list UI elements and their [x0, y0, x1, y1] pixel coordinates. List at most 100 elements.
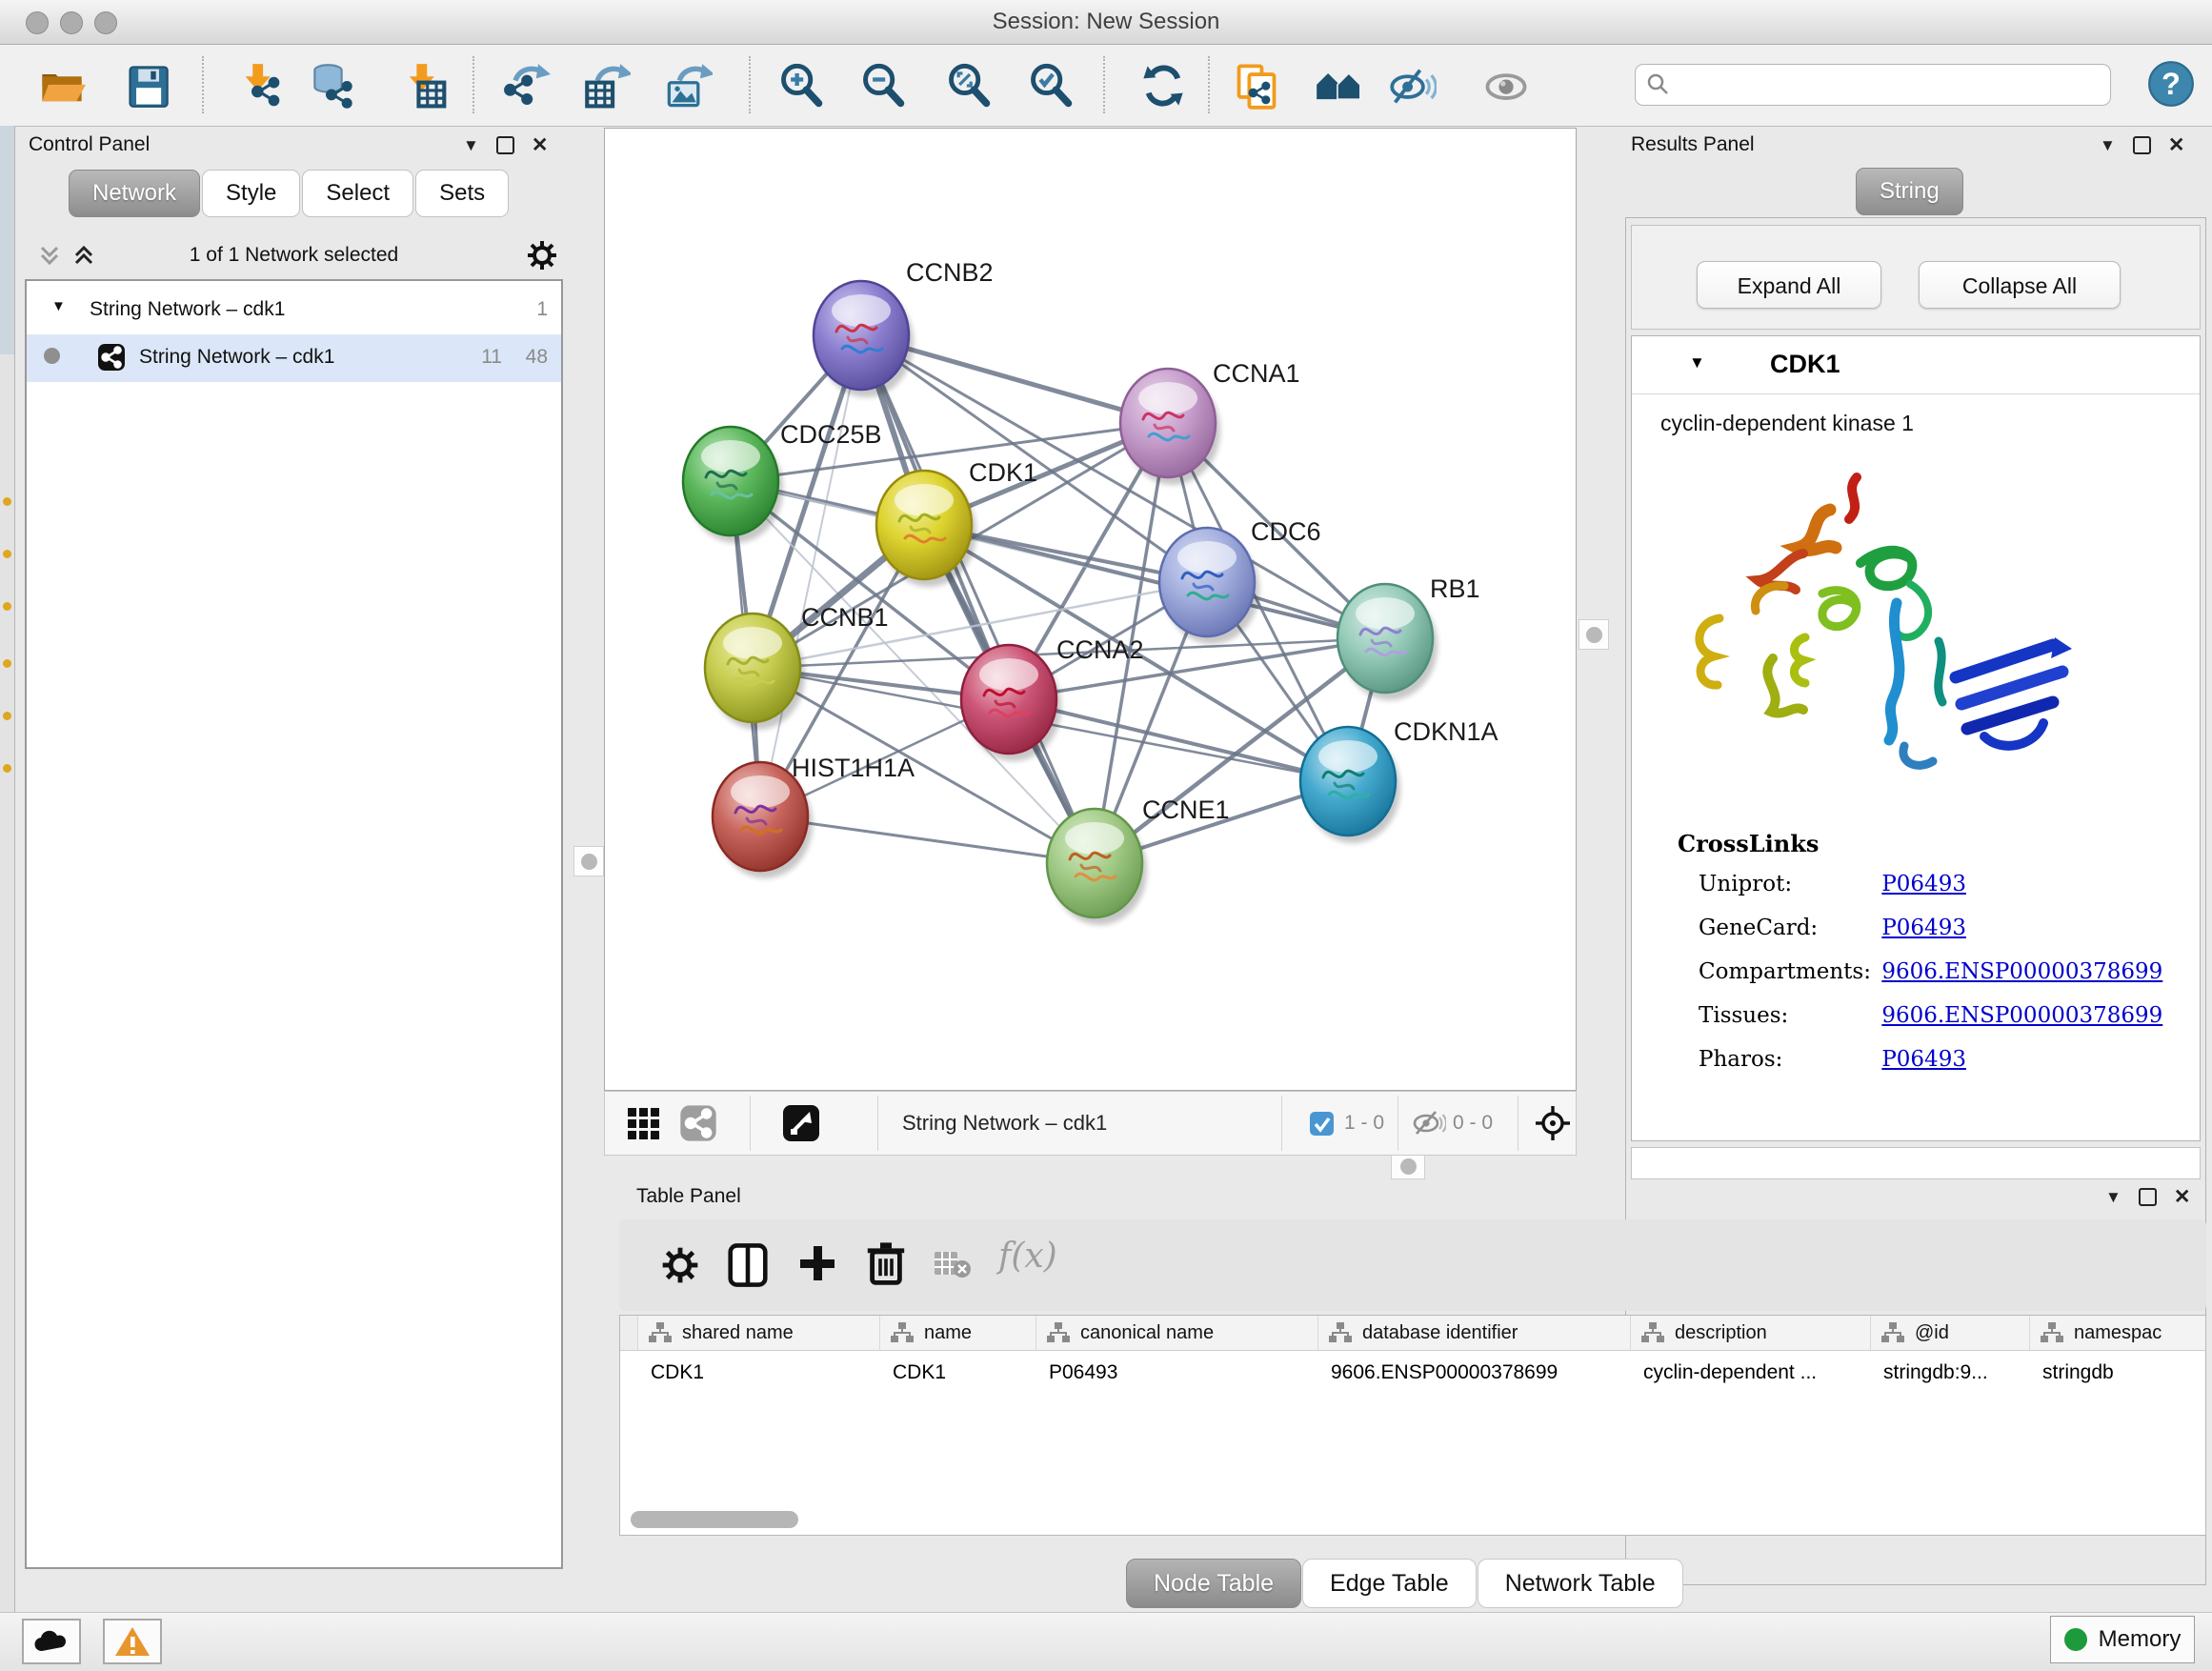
table-settings-gear-icon[interactable]	[659, 1244, 701, 1291]
tab-style[interactable]: Style	[202, 170, 300, 217]
table-cell[interactable]: cyclin-dependent ...	[1643, 1354, 1868, 1392]
crosslink-link[interactable]: P06493	[1881, 916, 1966, 940]
table-cell[interactable]: CDK1	[651, 1354, 877, 1392]
crosslink-link[interactable]: P06493	[1881, 872, 1966, 896]
network-node-CDC25B[interactable]: CDC25B	[683, 420, 882, 543]
network-node-CCNE1[interactable]: CCNE1	[1047, 795, 1230, 925]
collapse-all-button[interactable]: Collapse All	[1919, 261, 2121, 309]
crosslink-link[interactable]: P06493	[1881, 1047, 1966, 1072]
network-collection-count: 1	[536, 298, 548, 321]
node-table[interactable]: shared name name canonical name database…	[619, 1315, 2206, 1536]
results-panel-float-icon[interactable]	[2133, 136, 2151, 154]
show-columns-icon[interactable]	[726, 1242, 770, 1293]
show-hide-graphics-icon[interactable]	[1389, 62, 1437, 110]
gene-header-row[interactable]: ▼ CDK1	[1632, 336, 2200, 394]
network-edge-count: 48	[526, 346, 548, 369]
splitter-handle-right[interactable]	[1579, 619, 1609, 650]
network-node-CCNB1[interactable]: CCNB1	[705, 603, 889, 730]
column-header-description[interactable]: description	[1630, 1316, 1871, 1350]
tab-string[interactable]: String	[1856, 168, 1963, 215]
network-view-mode-icon[interactable]	[679, 1104, 717, 1147]
tab-select[interactable]: Select	[302, 170, 413, 217]
control-panel-close-icon[interactable]: ✕	[532, 133, 549, 157]
network-canvas[interactable]: CCNB2 CCNA1 CDC25B CDK1	[604, 128, 1577, 1091]
results-panel-collapse-icon[interactable]: ▼	[2100, 136, 2116, 155]
table-panel-float-icon[interactable]	[2139, 1188, 2157, 1206]
splitter-handle-left[interactable]	[573, 846, 604, 876]
grid-view-icon[interactable]	[626, 1106, 662, 1147]
save-session-icon[interactable]	[124, 62, 171, 110]
splitter-handle-bottom[interactable]	[1391, 1153, 1425, 1179]
table-cell[interactable]: stringdb:9...	[1883, 1354, 2027, 1392]
export-table-icon[interactable]	[583, 62, 631, 110]
hidden-eye-icon[interactable]	[1412, 1109, 1446, 1142]
clone-network-icon[interactable]	[1233, 62, 1280, 110]
results-scrollbar[interactable]	[1631, 1147, 2201, 1179]
network-node-CDKN1A[interactable]: CDKN1A	[1300, 717, 1498, 843]
network-node-CDC6[interactable]: CDC6	[1159, 517, 1321, 644]
control-panel-title: Control Panel	[29, 133, 150, 168]
tab-network-table[interactable]: Network Table	[1478, 1559, 1683, 1608]
import-network-from-database-icon[interactable]	[311, 62, 358, 110]
crosslink-label: Uniprot:	[1699, 872, 1875, 896]
gene-collapse-icon[interactable]: ▼	[1689, 353, 1705, 372]
delete-column-trash-icon[interactable]	[865, 1240, 907, 1291]
fit-selected-crosshair-icon[interactable]	[1535, 1105, 1571, 1146]
column-header-@id[interactable]: @id	[1870, 1316, 2030, 1350]
table-panel-collapse-icon[interactable]: ▼	[2105, 1188, 2122, 1207]
crosslink-link[interactable]: 9606.ENSP00000378699	[1881, 959, 2162, 984]
tree-expand-icon[interactable]: ▼	[51, 298, 66, 314]
cloud-button[interactable]	[22, 1619, 81, 1664]
memory-button[interactable]: Memory	[2050, 1616, 2195, 1663]
tab-sets[interactable]: Sets	[415, 170, 509, 217]
warnings-button[interactable]	[103, 1619, 162, 1664]
network-collection-row[interactable]: ▼ String Network – cdk1 1	[27, 289, 561, 332]
network-row[interactable]: String Network – cdk1 11 48	[27, 334, 561, 382]
network-node-HIST1H1A[interactable]: HIST1H1A	[713, 754, 915, 878]
selected-checkbox-icon[interactable]	[1309, 1111, 1335, 1141]
refresh-view-icon[interactable]	[1139, 62, 1187, 110]
zoom-selected-icon[interactable]	[1027, 62, 1075, 110]
zoom-in-icon[interactable]	[777, 62, 825, 110]
node-label: CCNB2	[906, 258, 994, 287]
zoom-fit-icon[interactable]	[945, 62, 993, 110]
search-input[interactable]	[1635, 64, 2111, 106]
table-horizontal-scrollbar[interactable]	[631, 1511, 798, 1528]
import-table-from-file-icon[interactable]	[400, 62, 448, 110]
column-header-database-identifier[interactable]: database identifier	[1317, 1316, 1631, 1350]
help-icon[interactable]: ?	[2147, 60, 2195, 108]
column-header-name[interactable]: name	[879, 1316, 1036, 1350]
tab-network[interactable]: Network	[69, 170, 200, 217]
expand-all-button[interactable]: Expand All	[1697, 261, 1881, 309]
home-pair-icon[interactable]	[1315, 62, 1362, 110]
control-panel-float-icon[interactable]	[496, 136, 514, 154]
crosslink-link[interactable]: 9606.ENSP00000378699	[1881, 1003, 2162, 1028]
control-panel-collapse-icon[interactable]: ▼	[463, 136, 479, 155]
export-image-icon[interactable]	[665, 62, 713, 110]
table-cell[interactable]: 9606.ENSP00000378699	[1331, 1354, 1628, 1392]
zoom-out-icon[interactable]	[859, 62, 907, 110]
create-column-plus-icon[interactable]	[796, 1242, 838, 1289]
tab-node-table[interactable]: Node Table	[1126, 1559, 1301, 1608]
network-statusbar: String Network – cdk1 1 - 0 0 - 0	[604, 1091, 1577, 1156]
table-cell[interactable]: CDK1	[893, 1354, 1034, 1392]
open-session-icon[interactable]	[38, 62, 86, 110]
birdseye-view-icon[interactable]	[782, 1104, 820, 1147]
export-network-icon[interactable]	[503, 62, 551, 110]
network-options-gear-icon[interactable]	[525, 238, 559, 278]
network-node-CCNB2[interactable]: CCNB2	[814, 258, 994, 397]
table-panel-close-icon[interactable]: ✕	[2174, 1185, 2191, 1209]
table-cell[interactable]: stringdb	[2042, 1354, 2204, 1392]
network-node-RB1[interactable]: RB1	[1337, 574, 1480, 700]
column-header-canonical-name[interactable]: canonical name	[1036, 1316, 1318, 1350]
results-panel-close-icon[interactable]: ✕	[2168, 133, 2185, 157]
table-cell[interactable]: P06493	[1049, 1354, 1316, 1392]
network-edge[interactable]	[861, 335, 1095, 863]
import-network-from-file-icon[interactable]	[238, 62, 286, 110]
network-edge[interactable]	[760, 335, 861, 816]
tab-edge-table[interactable]: Edge Table	[1302, 1559, 1477, 1608]
column-header-shared-name[interactable]: shared name	[637, 1316, 880, 1350]
table-tabs: Node TableEdge TableNetwork Table	[1126, 1559, 1684, 1608]
network-node-CDK1[interactable]: CDK1	[876, 458, 1037, 587]
column-header-namespac[interactable]: namespac	[2029, 1316, 2206, 1350]
